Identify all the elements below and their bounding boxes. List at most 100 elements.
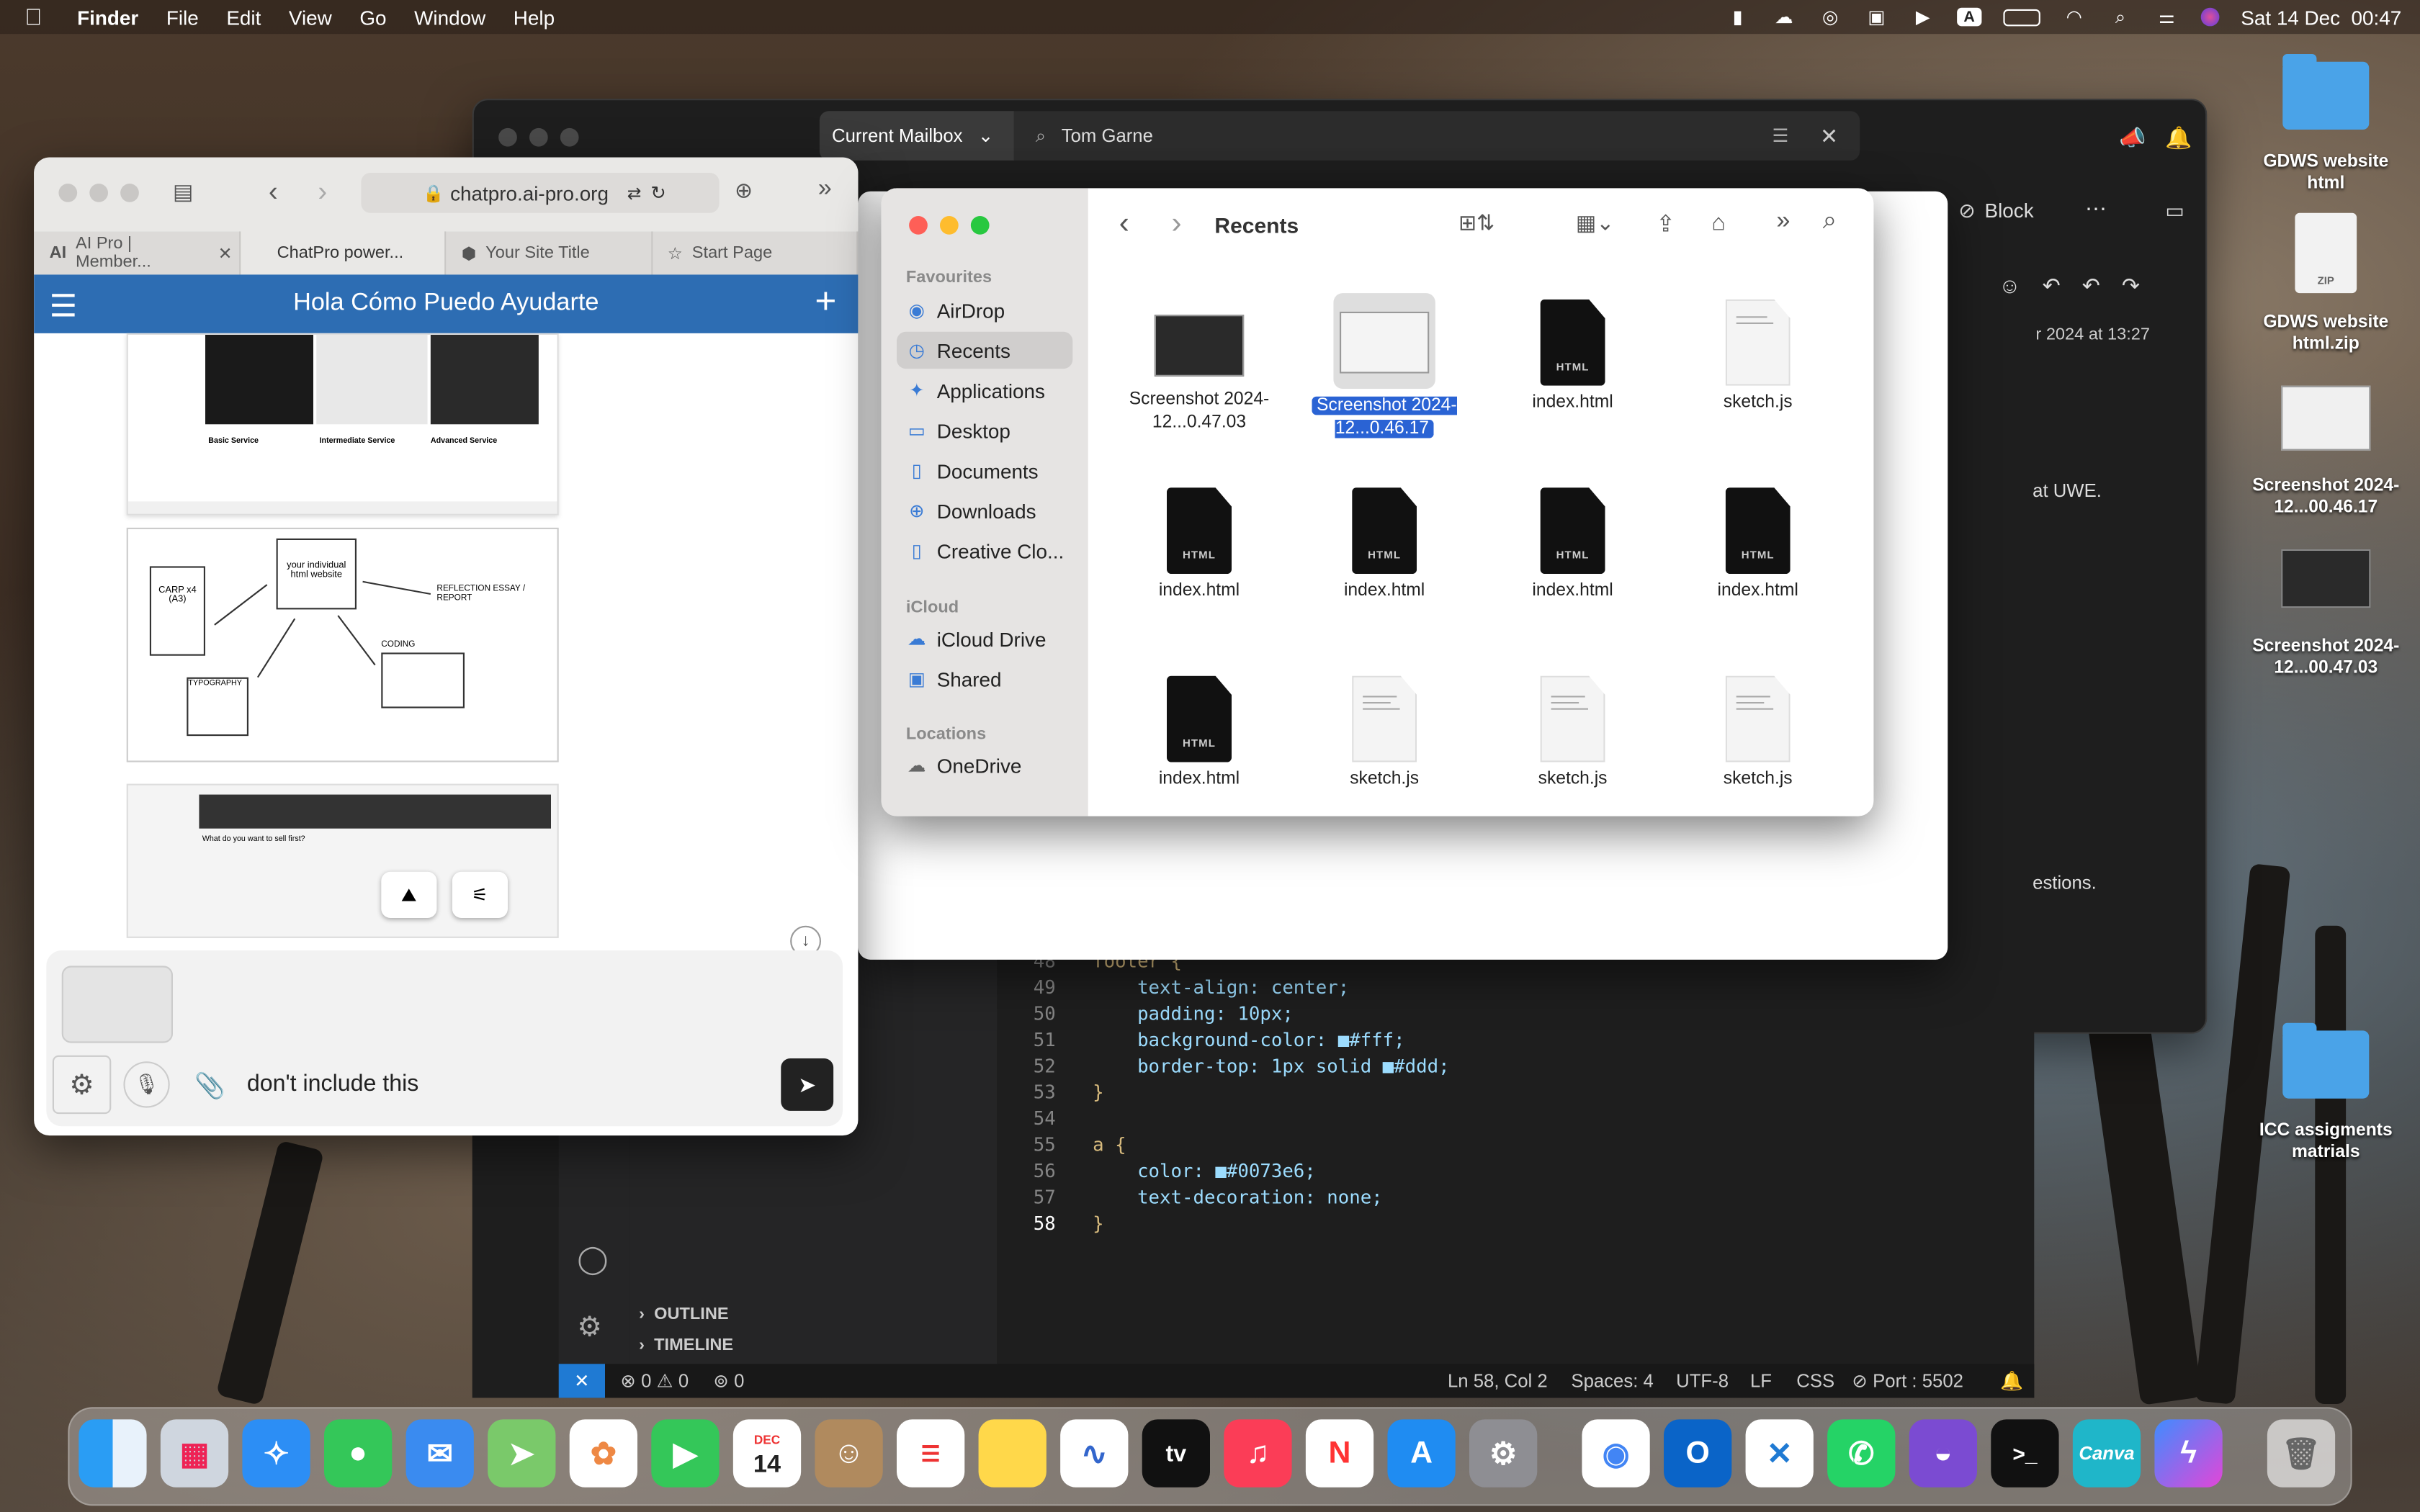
mailbox-scope[interactable]: Current Mailbox ⌄ xyxy=(819,111,1014,161)
apple-icon[interactable]:  xyxy=(24,4,55,30)
bluetooth-icon[interactable]: ◎ xyxy=(1818,6,1842,28)
menu-clock[interactable]: Sat 14 Dec 00:47 xyxy=(2241,6,2401,29)
view-grid-icon[interactable]: ⊞⇅ xyxy=(1458,210,1494,235)
cursor-position[interactable]: Ln 58, Col 2 xyxy=(1448,1370,1548,1392)
group-icon[interactable]: ▦⌄ xyxy=(1576,210,1615,235)
reload-icon[interactable]: ↻ xyxy=(650,182,666,204)
file-item[interactable]: sketch.js xyxy=(1487,675,1659,792)
input-source-icon[interactable]: A xyxy=(1956,7,1982,27)
freeform-icon[interactable]: ∿ xyxy=(1060,1419,1129,1488)
close-button[interactable] xyxy=(909,216,928,235)
back-icon[interactable]: ‹ xyxy=(1119,207,1129,242)
desktop-folder-icc[interactable]: ICC assigments matrials xyxy=(2249,1022,2403,1163)
paperclip-icon[interactable]: 📎 xyxy=(194,1071,225,1102)
file-item[interactable]: HTML index.html xyxy=(1113,675,1286,792)
stats-icon[interactable]: ▮ xyxy=(1726,6,1750,28)
control-center-icon[interactable]: ⚌ xyxy=(2154,6,2179,28)
preview-image-services[interactable]: Basic Service Intermediate Service Advan… xyxy=(126,333,559,516)
language-mode[interactable]: CSS xyxy=(1796,1370,1834,1392)
search-icon[interactable]: ⌕ xyxy=(1823,208,1837,236)
account-icon[interactable]: ◯ xyxy=(577,1243,608,1276)
sidebar-item-airdrop[interactable]: ◉ AirDrop xyxy=(897,292,1072,328)
sidebar-item-creative-cloud[interactable]: ▯ Creative Clo... xyxy=(897,532,1072,569)
overflow-icon[interactable]: » xyxy=(818,176,832,204)
outlook-menu-icon[interactable]: ▣ xyxy=(1864,6,1888,28)
menu-help[interactable]: Help xyxy=(514,6,555,29)
whatsapp-icon[interactable]: ✆ xyxy=(1827,1419,1896,1488)
settings-icon[interactable]: ⚙ xyxy=(1469,1419,1538,1488)
emoji-icon[interactable]: ☺ xyxy=(1999,273,2021,299)
file-item[interactable]: HTML index.html xyxy=(1113,487,1286,603)
attached-image-thumbnail[interactable] xyxy=(61,966,173,1043)
file-item[interactable]: sketch.js xyxy=(1298,675,1471,792)
sidebar-item-icloud-drive[interactable]: ☁ iCloud Drive xyxy=(897,620,1072,657)
sidebar-item-applications[interactable]: ✦ Applications xyxy=(897,372,1072,408)
minimize-button[interactable] xyxy=(940,216,959,235)
safari-icon[interactable]: ✧ xyxy=(242,1419,310,1488)
messages-icon[interactable]: ● xyxy=(324,1419,393,1488)
file-item[interactable]: HTML index.html xyxy=(1487,299,1659,415)
hamburger-icon[interactable]: ☰ xyxy=(50,287,77,326)
file-item-selected[interactable]: Screenshot 2024-12...0.46.17 xyxy=(1298,293,1471,441)
siri-icon[interactable] xyxy=(2200,7,2220,27)
file-item[interactable]: HTML index.html xyxy=(1487,487,1659,603)
reply-icon[interactable]: ↶ xyxy=(2043,273,2061,299)
plus-icon[interactable]: + xyxy=(815,281,836,324)
remote-icon[interactable]: ✕ xyxy=(558,1364,605,1398)
sidebar-item-onedrive[interactable]: ☁ OneDrive xyxy=(897,747,1072,783)
announcement-icon[interactable]: 📣 xyxy=(2119,125,2146,151)
file-item[interactable]: sketch.js xyxy=(1672,299,1845,415)
tab-start[interactable]: ☆ Start Page xyxy=(652,231,859,275)
mail-search-field[interactable]: ⌕ Tom Garne ☰ ✕ xyxy=(1013,111,1860,161)
maps-icon[interactable]: ➤ xyxy=(488,1419,556,1488)
problems-indicator[interactable]: ⊗ 0 ⚠ 0 xyxy=(620,1370,689,1392)
tab-ai-pro[interactable]: AI AI Pro | Member... ✕ xyxy=(34,231,241,275)
play-icon[interactable]: ▶ xyxy=(1911,6,1935,28)
file-item[interactable]: HTML index.html xyxy=(1298,487,1471,603)
file-item[interactable]: Screenshot 2024-12...0.47.03 xyxy=(1113,300,1286,436)
ports-indicator[interactable]: ⊚ 0 xyxy=(713,1370,744,1392)
desktop-folder-gdws[interactable]: GDWS website html xyxy=(2249,53,2403,194)
outline-section[interactable]: › OUTLINE xyxy=(639,1305,728,1324)
image-tool-icon[interactable]: ⛰ xyxy=(381,871,437,918)
file-item[interactable]: sketch.js xyxy=(1672,675,1845,792)
launchpad-icon[interactable]: ▦ xyxy=(160,1419,229,1488)
close-icon[interactable]: ✕ xyxy=(218,243,233,264)
facetime-icon[interactable]: ▶ xyxy=(651,1419,720,1488)
menu-edit[interactable]: Edit xyxy=(226,6,261,29)
mail-icon[interactable]: ✉ xyxy=(405,1419,474,1488)
messenger-icon[interactable]: ϟ xyxy=(2154,1419,2223,1488)
forward-icon[interactable]: ↷ xyxy=(2122,273,2140,299)
desktop-zip-gdws[interactable]: ZIP GDWS website html.zip xyxy=(2249,212,2403,355)
reply-all-icon[interactable]: ↶ xyxy=(2082,273,2100,299)
outlook-icon[interactable]: O xyxy=(1664,1419,1732,1488)
gear-icon[interactable]: ⚙ xyxy=(52,1055,112,1115)
share-icon[interactable]: ⇪ xyxy=(1656,210,1675,238)
canva-icon[interactable]: Canva xyxy=(2072,1419,2141,1488)
address-bar[interactable]: 🔒 chatpro.ai-pro.org ⇄ ↻ xyxy=(361,173,720,213)
preview-image-shop[interactable]: What do you want to sell first? ⛰ ⚟ xyxy=(126,783,559,938)
close-icon[interactable]: ✕ xyxy=(1820,122,1838,148)
sliders-icon[interactable]: ⚟ xyxy=(452,871,508,918)
music-icon[interactable]: ♫ xyxy=(1224,1419,1292,1488)
file-item[interactable]: HTML index.html xyxy=(1672,487,1845,603)
reminders-icon[interactable]: ☰ xyxy=(897,1419,965,1488)
wifi-icon[interactable]: ◠ xyxy=(2062,6,2087,28)
chat-input[interactable]: don't include this xyxy=(247,1071,418,1097)
spotlight-icon[interactable]: ⌕ xyxy=(2108,6,2133,27)
app-store-icon[interactable]: A xyxy=(1387,1419,1456,1488)
preview-image-diagram[interactable]: CARP x4 (A3) your individual html websit… xyxy=(126,527,559,762)
photos-icon[interactable]: ✿ xyxy=(569,1419,637,1488)
encoding[interactable]: UTF-8 xyxy=(1676,1370,1729,1392)
sidebar-item-shared[interactable]: ▣ Shared xyxy=(897,660,1072,697)
bell-icon[interactable]: 🔔 xyxy=(2165,125,2192,151)
tab-chatpro[interactable]: ChatPro power... xyxy=(240,231,447,275)
microphone-icon[interactable]: 🎙 xyxy=(123,1061,170,1108)
battery-icon[interactable] xyxy=(2003,8,2040,26)
minimize-button[interactable] xyxy=(89,183,108,202)
sidebar-item-downloads[interactable]: ⊕ Downloads xyxy=(897,492,1072,529)
translate-icon[interactable]: ⇄ xyxy=(627,183,642,203)
tab-site[interactable]: ⬢ Your Site Title xyxy=(446,231,653,275)
minimize-button[interactable] xyxy=(529,127,548,147)
sidebar-item-recents[interactable]: ◷ Recents xyxy=(897,331,1073,369)
